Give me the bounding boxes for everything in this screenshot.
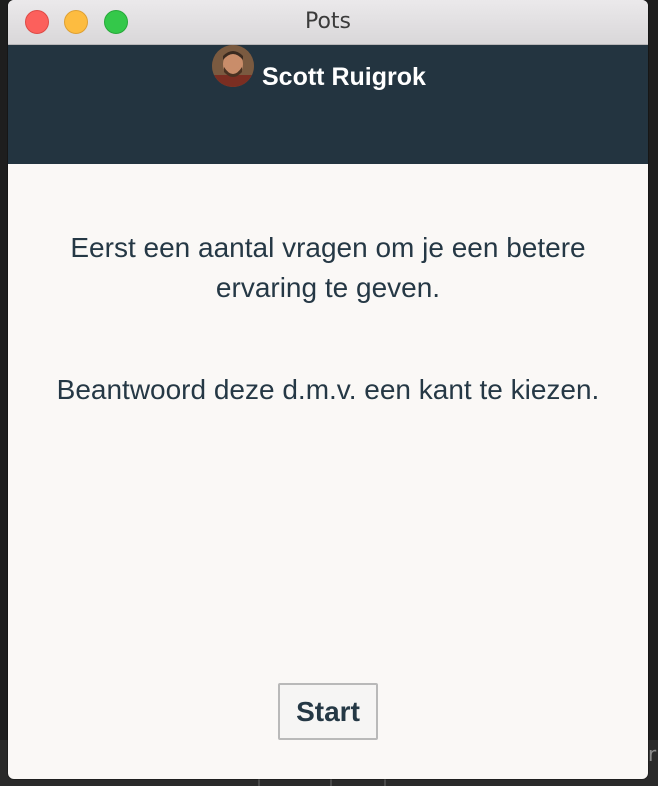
title-bar[interactable]: Pots bbox=[8, 0, 648, 45]
window-title: Pots bbox=[304, 9, 352, 34]
start-button[interactable]: Start bbox=[278, 683, 378, 740]
user-header: Scott Ruigrok bbox=[8, 45, 648, 164]
app-window: Pots Scott Ruigrok Eerst een aantal vrag… bbox=[8, 0, 648, 779]
background-window-text: r bbox=[648, 742, 657, 766]
instruction-text: Beantwoord deze d.m.v. een kant te kieze… bbox=[56, 374, 600, 405]
main-content: Eerst een aantal vragen om je een betere… bbox=[8, 164, 648, 779]
avatar bbox=[212, 45, 254, 87]
avatar-image bbox=[212, 45, 254, 87]
user-name: Scott Ruigrok bbox=[262, 63, 426, 91]
intro-text: Eerst een aantal vragen om je een betere… bbox=[70, 232, 586, 303]
